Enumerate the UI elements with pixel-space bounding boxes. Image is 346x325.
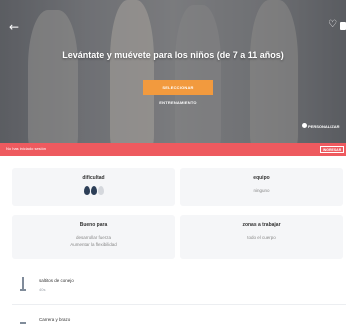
run-exercise-icon	[20, 322, 26, 324]
back-arrow-icon[interactable]: ←	[9, 20, 19, 34]
heart-icon[interactable]: ♡	[328, 19, 337, 30]
select-workout-button[interactable]: SELECCIONAR ENTRENAMIENTO	[143, 80, 213, 105]
personalize-button[interactable]: PERSONALIZAR	[308, 124, 340, 129]
workout-title: Levántate y muévete para los niños (de 7…	[62, 50, 284, 60]
good-for-title: Bueno para	[79, 222, 108, 228]
good-for-values: desarrollar fuerza Aumentar la flexibili…	[12, 234, 175, 248]
good-for-card: Bueno para desarrollar fuerza Aumentar l…	[12, 215, 175, 259]
list-divider	[12, 304, 346, 305]
drop-icon	[90, 186, 97, 195]
zones-title: zonas a trabajar	[242, 222, 281, 228]
exercise-name: Carrera y brazo	[39, 317, 71, 322]
exercise-list-item[interactable]: Carrera y brazo	[12, 311, 346, 325]
workout-detail-page: ← ♡ Levántate y muévete para los niños (…	[0, 0, 346, 325]
difficulty-rating	[12, 186, 175, 195]
zones-card: zonas a trabajar todo el cuerpo	[180, 215, 343, 259]
drop-icon	[97, 186, 104, 195]
hero-overlay	[0, 0, 346, 143]
bunny-hop-exercise-icon	[20, 277, 26, 291]
hero-banner: ← ♡ Levántate y muévete para los niños (…	[0, 0, 346, 143]
drop-icon	[83, 186, 90, 195]
share-icon[interactable]	[340, 22, 346, 30]
exercise-duration: 40s	[39, 287, 46, 292]
equipment-title: equipo	[253, 175, 270, 181]
equipment-card: equipo ninguno	[180, 168, 343, 206]
exercise-list-item[interactable]: saltitos de conejo 40s	[12, 272, 346, 302]
difficulty-title: dificultad	[82, 175, 105, 181]
exercise-name: saltitos de conejo	[39, 278, 74, 283]
not-logged-in-text: No has iniciado sesión	[6, 146, 47, 151]
zones-value: todo el cuerpo	[247, 235, 276, 240]
good-for-item: desarrollar fuerza	[75, 235, 111, 240]
login-banner: No has iniciado sesión INGRESAR	[0, 143, 346, 156]
difficulty-card: dificultad	[12, 168, 175, 206]
equipment-value: ninguno	[253, 188, 270, 193]
customize-icon[interactable]	[302, 123, 307, 128]
login-button[interactable]: INGRESAR	[320, 146, 344, 153]
good-for-item: Aumentar la flexibilidad	[70, 242, 117, 247]
